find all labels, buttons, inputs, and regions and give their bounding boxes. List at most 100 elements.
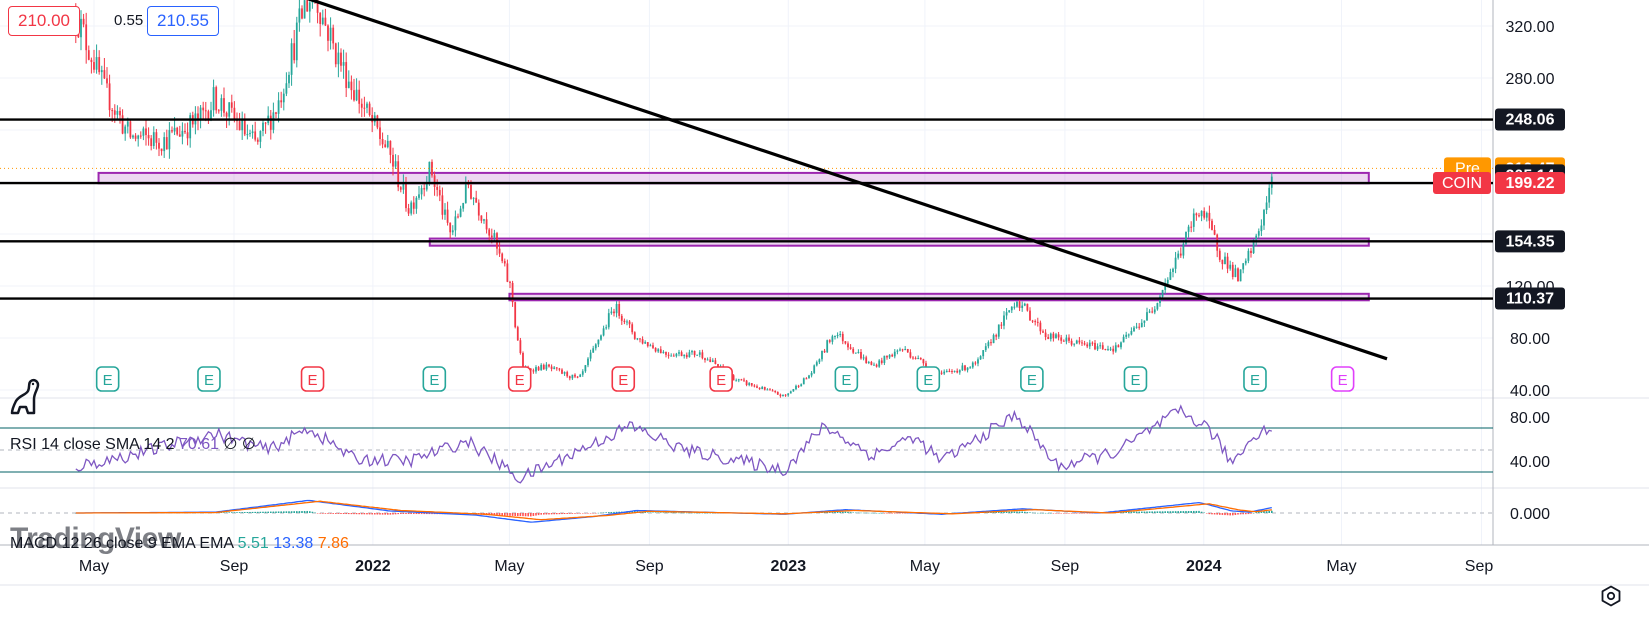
macd-histogram-bar — [410, 513, 412, 515]
macd-histogram-bar — [1042, 512, 1044, 514]
macd-histogram-bar — [844, 511, 847, 513]
macd-histogram-bar — [675, 512, 678, 514]
macd-histogram-bar — [1172, 511, 1174, 513]
earnings-marker-11[interactable]: E — [1243, 366, 1267, 392]
candle-body — [769, 389, 771, 391]
macd-histogram-bar — [1010, 511, 1013, 513]
candle-body — [636, 338, 639, 340]
macd-histogram-bar — [1216, 513, 1218, 515]
candle-body — [587, 358, 589, 366]
macd-legend[interactable]: MACD 12 26 close 9 EMA EMA 5.51 13.38 7.… — [10, 535, 349, 553]
earnings-marker-1[interactable]: E — [197, 366, 221, 392]
candle-body — [444, 209, 446, 215]
macd-histogram-bar — [332, 513, 334, 514]
candle-body — [301, 8, 303, 19]
macd-histogram-bar — [1161, 511, 1164, 513]
macd-histogram-bar — [1166, 511, 1169, 513]
candle-body — [540, 364, 543, 371]
macd-histogram-bar — [1078, 513, 1081, 514]
candle-body — [878, 360, 881, 367]
macd-histogram-bar — [649, 512, 652, 513]
candle-body — [922, 359, 925, 364]
candle-body — [797, 385, 800, 387]
earnings-marker-0[interactable]: E — [95, 366, 120, 392]
candle-body — [652, 345, 654, 348]
bid-price-box[interactable]: 210.00 — [8, 6, 80, 36]
macd-histogram-bar — [1218, 513, 1221, 515]
earnings-marker-10[interactable]: E — [1123, 366, 1148, 392]
time-axis-tick-7: Sep — [1051, 558, 1080, 575]
macd-histogram-bar — [657, 512, 659, 514]
candle-body — [896, 350, 899, 352]
gear-icon[interactable] — [1599, 584, 1623, 608]
macd-histogram-bar — [860, 512, 862, 514]
macd-histogram-bar — [399, 513, 402, 514]
macd-histogram-bar — [1047, 512, 1049, 514]
ask-price-box[interactable]: 210.55 — [147, 6, 219, 36]
candle-body — [1198, 215, 1200, 217]
candle-body — [477, 202, 480, 216]
macd-histogram-bar — [605, 512, 607, 513]
macd-legend-macd: 5.51 — [237, 535, 269, 552]
candle-body — [420, 188, 423, 195]
macd-histogram-bar — [295, 511, 298, 513]
candle-body — [1182, 243, 1185, 256]
earnings-marker-7[interactable]: E — [834, 366, 859, 392]
candle-body — [984, 346, 987, 351]
candle-body — [977, 359, 979, 364]
macd-histogram-bar — [376, 513, 379, 515]
candle-body — [711, 360, 714, 362]
price-axis-tick-1: 280.00 — [1506, 71, 1555, 88]
candle-body — [493, 233, 496, 238]
candle-body — [906, 349, 909, 353]
candle-body — [340, 52, 342, 66]
candle-body — [639, 338, 641, 340]
earnings-marker-8[interactable]: E — [916, 366, 941, 392]
earnings-marker-3[interactable]: E — [422, 366, 447, 392]
candle-body — [865, 357, 868, 364]
macd-histogram-bar — [311, 511, 314, 513]
candle-body — [1060, 337, 1063, 341]
candle-body — [1062, 340, 1065, 342]
candle-body — [675, 353, 678, 357]
macd-histogram-bar — [568, 513, 571, 514]
candle-body — [800, 384, 803, 387]
time-axis-tick-5: 2023 — [771, 558, 807, 575]
candle-body — [498, 248, 501, 254]
candle-body — [685, 354, 688, 358]
earnings-marker-letter: E — [429, 372, 439, 389]
rsi-legend[interactable]: RSI 14 close SMA 14 2 70.61 ∅ ∅ — [10, 434, 256, 454]
macd-histogram-bar — [1244, 513, 1247, 515]
earnings-marker-4[interactable]: E — [507, 366, 532, 392]
earnings-marker-6[interactable]: E — [709, 366, 733, 392]
macd-histogram-bar — [1208, 513, 1211, 515]
candle-body — [891, 354, 894, 357]
candle-body — [594, 344, 597, 349]
macd-histogram-bar — [316, 513, 319, 514]
candle-body — [987, 342, 990, 347]
candle-body — [1143, 320, 1146, 323]
candle-body — [181, 130, 184, 137]
candle-body — [306, 0, 309, 12]
candle-body — [327, 25, 329, 41]
earnings-marker-2[interactable]: E — [300, 366, 325, 392]
candle-body — [1075, 340, 1078, 344]
candle-body — [974, 362, 977, 364]
candle-body — [732, 375, 735, 381]
chart-canvas[interactable]: E E E E E E E E E E E E E320.00280.0080.0040.00120.0… — [0, 0, 1649, 622]
candle-body — [776, 391, 779, 395]
earnings-marker-12[interactable]: E — [1330, 366, 1355, 392]
candle-body — [1211, 220, 1213, 230]
candle-body — [158, 142, 160, 149]
candle-body — [841, 333, 844, 342]
macd-histogram-bar — [847, 511, 849, 513]
candle-body — [347, 81, 350, 88]
earnings-marker-9[interactable]: E — [1020, 366, 1044, 392]
dinosaur-logo-icon[interactable] — [8, 377, 48, 417]
price-label-value: 110.37 — [1506, 291, 1554, 308]
candle-body — [532, 370, 535, 372]
earnings-marker-5[interactable]: E — [611, 366, 636, 392]
macd-histogram-bar — [1234, 513, 1237, 516]
candle-body — [171, 130, 173, 132]
candle-body — [353, 90, 355, 101]
